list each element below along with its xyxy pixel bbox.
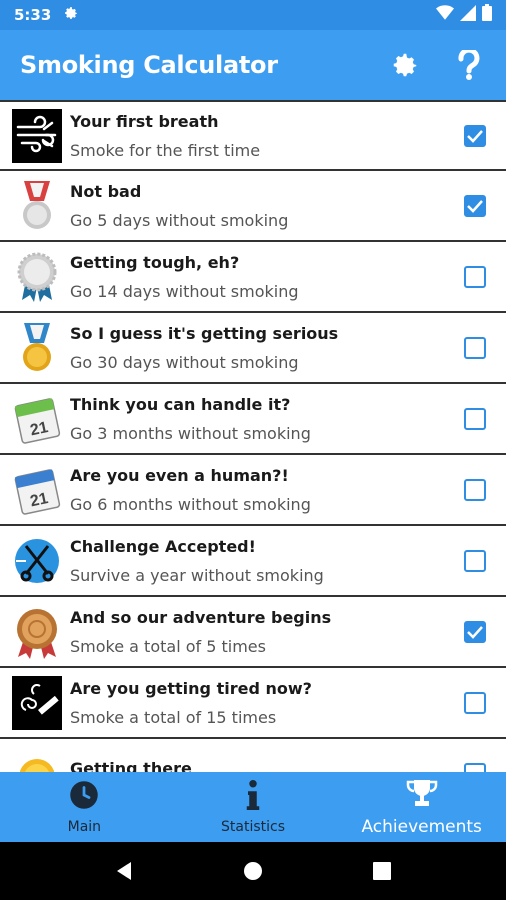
achievement-desc: Go 5 days without smoking <box>70 210 289 230</box>
achievement-checkbox[interactable] <box>464 336 486 359</box>
achievement-title: Getting tough, eh? <box>70 252 240 272</box>
achievement-desc: Smoke a total of 15 times <box>70 707 277 727</box>
achievement-checkbox[interactable] <box>464 407 486 430</box>
achievement-desc: Smoke for the first time <box>70 140 261 160</box>
achievement-title: Challenge Accepted! <box>70 536 256 556</box>
achievement-desc: Go 14 days without smoking <box>70 281 299 301</box>
wifi-icon <box>436 4 454 26</box>
tab-statistics[interactable]: Statistics <box>169 772 338 842</box>
achievement-texts: Getting there <box>70 759 464 772</box>
achievement-row[interactable]: 21 Think you can handle it? Go 3 months … <box>0 384 506 455</box>
bronze-medal-icon <box>12 605 62 659</box>
achievement-title: Are you getting tired now? <box>70 678 312 698</box>
app-title: Smoking Calculator <box>20 51 278 79</box>
achievement-title: So I guess it's getting serious <box>70 323 339 343</box>
achievement-row[interactable]: Getting there <box>0 739 506 772</box>
achievement-row[interactable]: 21 Are you even a human?! Go 6 months wi… <box>0 455 506 526</box>
achievement-list[interactable]: Your first breath Smoke for the first ti… <box>0 100 506 772</box>
achievement-checkbox[interactable] <box>464 620 486 643</box>
svg-text:21: 21 <box>29 490 50 510</box>
svg-text:21: 21 <box>29 419 50 439</box>
clock-icon <box>69 780 99 815</box>
achievement-checkbox[interactable] <box>464 691 486 714</box>
achievement-checkbox[interactable] <box>464 549 486 572</box>
back-icon[interactable] <box>104 851 144 891</box>
achievement-checkbox[interactable] <box>464 194 486 217</box>
achievement-title: Your first breath <box>70 111 219 131</box>
app-bar-actions <box>388 48 486 82</box>
wind-icon <box>12 108 62 163</box>
system-nav-bar <box>0 842 506 900</box>
achievement-title: Getting there <box>70 759 192 772</box>
achievement-title: Think you can handle it? <box>70 394 291 414</box>
status-icons <box>436 4 492 26</box>
achievement-texts: And so our adventure begins Smoke a tota… <box>70 608 464 656</box>
achievement-checkbox[interactable] <box>464 478 486 501</box>
gold-medal-icon <box>12 321 62 375</box>
achievement-row[interactable]: So I guess it's getting serious Go 30 da… <box>0 313 506 384</box>
achievement-row[interactable]: Not bad Go 5 days without smoking <box>0 171 506 242</box>
calendar-green-icon: 21 <box>12 392 62 446</box>
gear-icon <box>63 5 79 26</box>
achievement-checkbox[interactable] <box>464 265 486 288</box>
achievement-row[interactable]: And so our adventure begins Smoke a tota… <box>0 597 506 668</box>
achievement-desc: Go 30 days without smoking <box>70 352 299 372</box>
achievement-texts: Think you can handle it? Go 3 months wit… <box>70 395 464 443</box>
bottom-nav: Main Statistics Achievements <box>0 772 506 842</box>
calendar-blue-icon: 21 <box>12 463 62 517</box>
achievement-title: And so our adventure begins <box>70 607 332 627</box>
achievement-checkbox[interactable] <box>464 124 486 147</box>
signal-icon <box>460 4 476 26</box>
achievement-title: Are you even a human?! <box>70 465 289 485</box>
achievement-texts: Are you getting tired now? Smoke a total… <box>70 679 464 727</box>
achievement-texts: Challenge Accepted! Survive a year witho… <box>70 537 464 585</box>
sun-icon <box>12 747 62 772</box>
achievement-row[interactable]: Challenge Accepted! Survive a year witho… <box>0 526 506 597</box>
achievement-row[interactable]: Your first breath Smoke for the first ti… <box>0 100 506 171</box>
tab-statistics-label: Statistics <box>221 818 285 835</box>
tab-achievements[interactable]: Achievements <box>337 772 506 842</box>
achievement-texts: Getting tough, eh? Go 14 days without sm… <box>70 253 464 301</box>
cigarette-smoke-icon <box>12 675 62 730</box>
achievement-checkbox[interactable] <box>464 762 486 772</box>
tab-main-label: Main <box>67 818 102 835</box>
achievement-desc: Survive a year without smoking <box>70 565 324 585</box>
recents-icon[interactable] <box>362 851 402 891</box>
silver-medal-icon <box>12 179 62 233</box>
home-icon[interactable] <box>233 851 273 891</box>
status-bar: 5:33 <box>0 0 506 30</box>
trophy-icon <box>406 778 438 813</box>
achievement-texts: Your first breath Smoke for the first ti… <box>70 112 464 160</box>
status-time: 5:33 <box>14 6 52 24</box>
tab-main[interactable]: Main <box>0 772 169 842</box>
achievement-desc: Smoke a total of 5 times <box>70 636 266 656</box>
scissors-icon <box>12 534 62 588</box>
achievement-texts: Are you even a human?! Go 6 months witho… <box>70 466 464 514</box>
app-root: 5:33 Smoking Calculator Your first breat… <box>0 0 506 900</box>
achievement-title: Not bad <box>70 181 142 201</box>
battery-icon <box>482 4 492 26</box>
app-bar: Smoking Calculator <box>0 30 506 100</box>
achievement-texts: Not bad Go 5 days without smoking <box>70 182 464 230</box>
achievement-desc: Go 6 months without smoking <box>70 494 311 514</box>
achievement-row[interactable]: Getting tough, eh? Go 14 days without sm… <box>0 242 506 313</box>
achievement-texts: So I guess it's getting serious Go 30 da… <box>70 324 464 372</box>
info-icon <box>245 779 261 815</box>
help-icon[interactable] <box>452 48 486 82</box>
tab-achievements-label: Achievements <box>361 816 482 837</box>
achievement-desc: Go 3 months without smoking <box>70 423 311 443</box>
achievement-row[interactable]: Are you getting tired now? Smoke a total… <box>0 668 506 739</box>
rosette-icon <box>12 250 62 304</box>
settings-icon[interactable] <box>388 48 422 82</box>
